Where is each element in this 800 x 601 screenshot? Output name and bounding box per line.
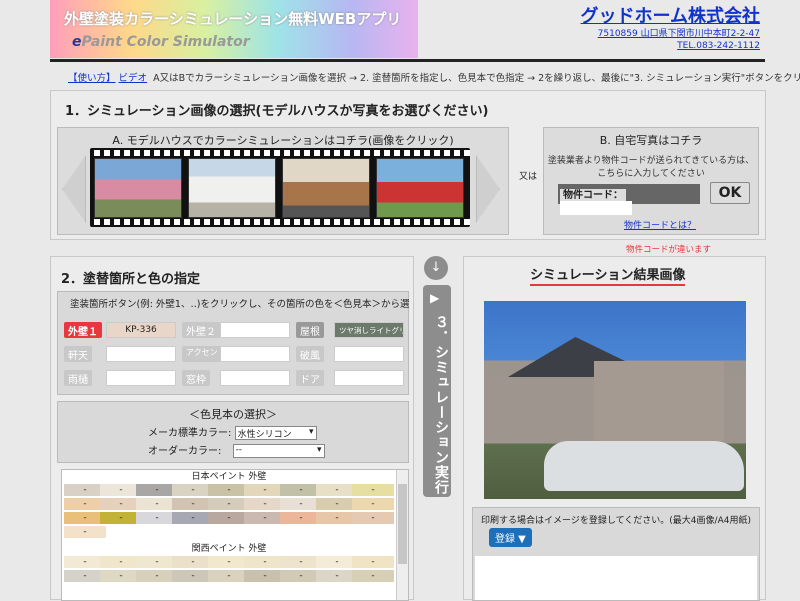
part-button-roof[interactable]: 屋根 <box>296 322 324 338</box>
maker-color-select[interactable]: 水性シリコン ▾ <box>234 426 317 440</box>
app-banner: 外壁塗装カラーシミュレーション無料WEBアプリ ePaint Color Sim… <box>50 0 418 58</box>
color-swatch[interactable]: - <box>352 556 394 568</box>
part-button-fascia[interactable]: 破風 <box>296 346 324 362</box>
video-link[interactable]: ビデオ <box>119 73 148 84</box>
section2-title: 2．塗替箇所と色の指定 <box>61 272 201 287</box>
parts-instruction: 塗装箇所ボタン(例: 外壁1、‥)をクリックし、その箇所の色を＜色見本＞から選び… <box>70 299 410 310</box>
result-panel: シミュレーション結果画像 印刷する場合はイメージを登録してください。(最大4画像… <box>463 256 766 601</box>
color-swatch[interactable]: - <box>352 498 394 510</box>
part-button-window-frame[interactable]: 窓枠 <box>182 370 210 386</box>
chevron-down-icon: ▾ <box>317 445 322 455</box>
print-note-box: 印刷する場合はイメージを登録してください。(最大4画像/A4用紙) 登録 ▼ <box>472 507 760 601</box>
help-bar: 【使い方】 ビデオ A又はBでカラーシミュレーション画像を選択 → 2. 塗替箇… <box>68 73 800 84</box>
part-value-accent <box>220 346 290 362</box>
color-sample-box: ＜色見本の選択＞ メーカ標準カラー: 水性シリコン ▾ オーダーカラー: -- ▾ <box>57 401 409 463</box>
code-error-text: 物件コードが違います <box>626 245 712 255</box>
swatch-group-nippon: 日本ペイント 外壁 <box>191 472 267 482</box>
own-photo-box: B. 自宅写真はコチラ 塗装業者より物件コードが送られてきている方は、 こちらに… <box>543 127 759 235</box>
maker-color-row: メーカ標準カラー: 水性シリコン ▾ <box>148 424 317 440</box>
part-button-wall1[interactable]: 外壁１ <box>64 322 102 338</box>
down-arrow-icon: ↓ <box>424 256 448 280</box>
model-house-thumb-3[interactable] <box>282 158 370 218</box>
or-label: 又は <box>519 172 538 182</box>
scrollbar-thumb[interactable] <box>398 484 407 564</box>
order-color-row: オーダーカラー: -- ▾ <box>148 442 325 458</box>
model-house-thumb-2[interactable] <box>188 158 276 218</box>
part-value-soffit <box>106 346 176 362</box>
section2-panel: 2．塗替箇所と色の指定 塗装箇所ボタン(例: 外壁1、‥)をクリックし、その箇所… <box>50 256 414 601</box>
result-image <box>484 301 746 499</box>
result-car <box>544 441 744 491</box>
company-name-link[interactable]: グッドホーム株式会社 <box>581 2 760 28</box>
color-swatch[interactable]: - <box>352 512 394 524</box>
model-house-thumb-1[interactable] <box>94 158 182 218</box>
chevron-down-icon: ▾ <box>309 427 314 437</box>
own-photo-label: B. 自宅写真はコチラ <box>599 134 703 147</box>
code-input-box: 物件コード： <box>558 184 700 215</box>
code-help-link[interactable]: 物件コードとは？ <box>624 218 696 231</box>
order-color-label: オーダーカラー: <box>148 446 222 457</box>
help-link[interactable]: 【使い方】 <box>68 73 116 84</box>
play-icon: ▶ <box>430 291 441 305</box>
film-holes-bottom <box>90 219 470 225</box>
order-color-select[interactable]: -- ▾ <box>232 444 325 458</box>
part-button-gutter[interactable]: 雨樋 <box>64 370 92 386</box>
section1-title: 1．シミュレーション画像の選択(モデルハウスか写真をお選びください) <box>65 104 489 119</box>
print-note: 印刷する場合はイメージを登録してください。(最大4画像/A4用紙) <box>481 516 751 526</box>
registered-images-area <box>475 556 757 600</box>
part-value-gutter <box>106 370 176 386</box>
model-house-thumb-4[interactable] <box>376 158 464 218</box>
parts-box: 塗装箇所ボタン(例: 外壁1、‥)をクリックし、その箇所の色を＜色見本＞から選び… <box>57 291 410 395</box>
ok-button[interactable]: OK <box>710 182 750 204</box>
part-value-door <box>334 370 404 386</box>
part-value-wall1: KP-336 <box>106 322 176 338</box>
color-sample-title: ＜色見本の選択＞ <box>189 408 277 421</box>
own-photo-desc1: 塗装業者より物件コードが送られてきている方は、 <box>547 156 755 166</box>
swatch-grid-nippon: - - - - - - - - - - - - - - - - - - - - … <box>62 484 408 542</box>
part-value-roof: ツヤ消しライトグリーン <box>334 322 404 338</box>
banner-title: 外壁塗装カラーシミュレーション無料WEBアプリ <box>64 10 402 28</box>
own-photo-desc2: こちらに入力してください <box>597 169 705 179</box>
part-value-window-frame <box>220 370 290 386</box>
swatch-scrollbar[interactable] <box>396 470 408 600</box>
model-house-label: A. モデルハウスでカラーシミュレーションはコチラ(画像をクリック) <box>112 134 454 147</box>
swatch-grid-kansai: - - - - - - - - - - - - - - - - - - <box>62 556 408 596</box>
color-swatch[interactable]: - <box>64 526 106 538</box>
part-value-fascia <box>334 346 404 362</box>
company-block: グッドホーム株式会社 7510859 山口県下関市川中本町2-2-47 TEL.… <box>581 2 760 52</box>
run-simulation-label: ３．シミュレーション実行 <box>433 315 449 495</box>
company-tel[interactable]: TEL.083-242-1112 <box>581 40 760 52</box>
code-input[interactable] <box>560 201 632 215</box>
maker-color-label: メーカ標準カラー: <box>148 428 232 439</box>
result-title: シミュレーション結果画像 <box>530 264 686 286</box>
part-value-wall2 <box>220 322 290 338</box>
swatch-group-kansai: 関西ペイント 外壁 <box>191 544 267 554</box>
part-button-wall2[interactable]: 外壁２ <box>182 322 220 338</box>
model-house-filmstrip <box>90 148 470 227</box>
result-house-wall <box>594 361 724 441</box>
header-divider <box>50 59 765 62</box>
color-swatch[interactable]: - <box>352 570 394 582</box>
brand-logo: ePaint Color Simulator <box>72 34 250 50</box>
company-address[interactable]: 7510859 山口県下関市川中本町2-2-47 <box>581 28 760 40</box>
run-simulation-button[interactable]: ▶ ３．シミュレーション実行 <box>423 285 451 497</box>
film-holes-top <box>90 150 470 156</box>
part-button-soffit[interactable]: 軒天 <box>64 346 92 362</box>
swatch-list[interactable]: 日本ペイント 外壁 - - - - - - - - - - - - - - - … <box>61 469 409 601</box>
color-swatch[interactable]: - <box>352 484 394 496</box>
part-button-door[interactable]: ドア <box>296 370 324 386</box>
register-button[interactable]: 登録 ▼ <box>489 528 532 547</box>
